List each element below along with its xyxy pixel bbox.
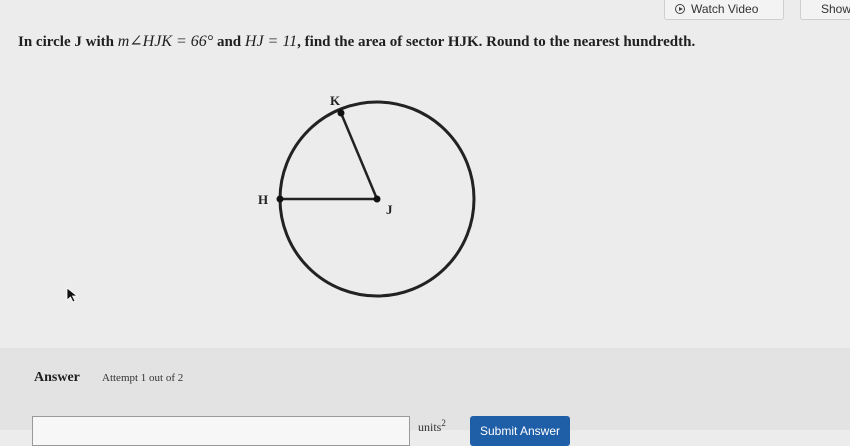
units-exponent: 2	[441, 418, 446, 428]
point-j	[373, 195, 381, 203]
units-base: units	[418, 420, 442, 434]
point-k	[337, 109, 345, 117]
radius-jk	[339, 112, 379, 200]
label-j: J	[386, 202, 393, 217]
answer-label: Answer	[34, 370, 80, 385]
attempt-counter: Attempt 1 out of 2	[102, 372, 184, 384]
units-label: units2	[418, 418, 446, 435]
label-k: K	[330, 93, 341, 108]
label-h: H	[258, 192, 268, 207]
mouse-cursor-icon	[66, 287, 79, 303]
submit-answer-button[interactable]: Submit Answer	[470, 416, 570, 446]
answer-input[interactable]	[32, 416, 410, 446]
point-h	[276, 195, 284, 203]
